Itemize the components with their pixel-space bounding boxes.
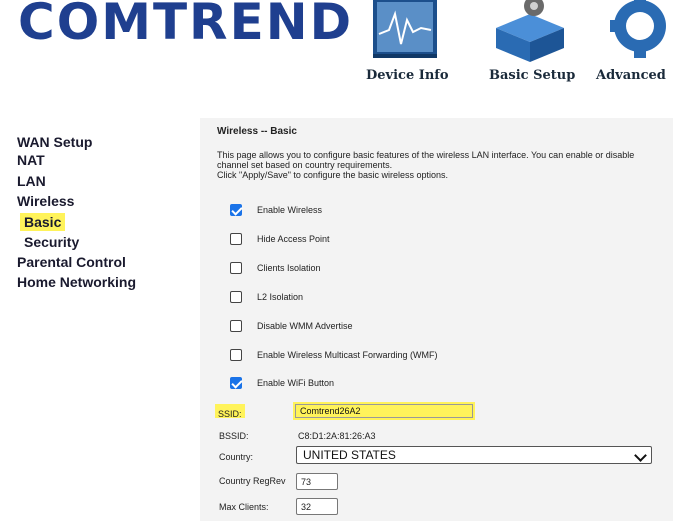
sidebar-item-basic[interactable]: Basic	[20, 213, 66, 231]
nav-basic-setup-label: Basic Setup	[489, 68, 576, 83]
max-clients-label: Max Clients:	[219, 502, 269, 512]
option-label: Hide Access Point	[257, 234, 330, 244]
ssid-label: SSID:	[218, 409, 242, 419]
checkbox-disable-wmm-advertise[interactable]	[230, 320, 242, 332]
nav-device-info[interactable]: Device Info	[360, 0, 450, 100]
bssid-label: BSSID:	[219, 431, 249, 441]
comtrend-logo: COMTREND	[18, 0, 354, 51]
description-line: Click "Apply/Save" to configure the basi…	[217, 170, 448, 180]
nav-device-info-label: Device Info	[366, 68, 449, 83]
nav-advanced-label: Advanced	[596, 68, 666, 83]
header: COMTREND Device Info Basic Setup Advance…	[0, 0, 673, 100]
bssid-value: C8:D1:2A:81:26:A3	[298, 431, 376, 441]
country-selected-value: UNITED STATES	[303, 448, 396, 462]
option-label: Enable Wireless	[257, 205, 323, 215]
sidebar: WAN Setup NAT LAN Wireless Basic Securit…	[0, 100, 170, 521]
chevron-down-icon	[634, 449, 647, 462]
sidebar-item-wireless[interactable]: Wireless	[17, 192, 74, 210]
box-gear-icon	[496, 0, 564, 62]
sidebar-item-parental-control[interactable]: Parental Control	[17, 253, 126, 271]
monitor-chart-icon	[373, 0, 437, 58]
gear-icon	[610, 0, 666, 58]
main-panel: Wireless -- Basic This page allows you t…	[200, 118, 673, 521]
country-regrev-input[interactable]	[296, 473, 338, 490]
nav-basic-setup[interactable]: Basic Setup	[484, 0, 576, 100]
ssid-input-highlight	[293, 402, 475, 420]
checkbox-clients-isolation[interactable]	[230, 262, 242, 274]
page-description: This page allows you to configure basic …	[217, 150, 667, 180]
checkbox-l2-isolation[interactable]	[230, 291, 242, 303]
page-title: Wireless -- Basic	[217, 126, 297, 137]
option-label: Clients Isolation	[257, 263, 321, 273]
country-select[interactable]: UNITED STATES	[296, 446, 652, 464]
max-clients-input[interactable]	[296, 498, 338, 515]
checkbox-enable-wmf[interactable]	[230, 349, 242, 361]
option-label: Enable WiFi Button	[257, 378, 335, 388]
checkbox-enable-wifi-button[interactable]	[230, 377, 242, 389]
sidebar-item-wan-setup[interactable]: WAN Setup	[17, 133, 92, 151]
country-label: Country:	[219, 452, 254, 462]
country-regrev-label: Country RegRev	[219, 476, 286, 486]
option-label: L2 Isolation	[257, 292, 304, 302]
sidebar-item-security[interactable]: Security	[24, 233, 79, 251]
nav-advanced[interactable]: Advanced	[592, 0, 673, 100]
sidebar-item-nat[interactable]: NAT	[17, 151, 45, 169]
checkbox-enable-wireless[interactable]	[230, 204, 242, 216]
checkbox-hide-access-point[interactable]	[230, 233, 242, 245]
sidebar-item-home-networking[interactable]: Home Networking	[17, 273, 136, 291]
ssid-label-highlight: SSID:	[215, 404, 245, 419]
option-label: Enable Wireless Multicast Forwarding (WM…	[257, 350, 438, 360]
ssid-input[interactable]	[295, 404, 473, 418]
sidebar-item-lan[interactable]: LAN	[17, 172, 46, 190]
description-line: channel set based on country requirement…	[217, 160, 393, 170]
description-line: This page allows you to configure basic …	[217, 150, 635, 160]
option-label: Disable WMM Advertise	[257, 321, 353, 331]
